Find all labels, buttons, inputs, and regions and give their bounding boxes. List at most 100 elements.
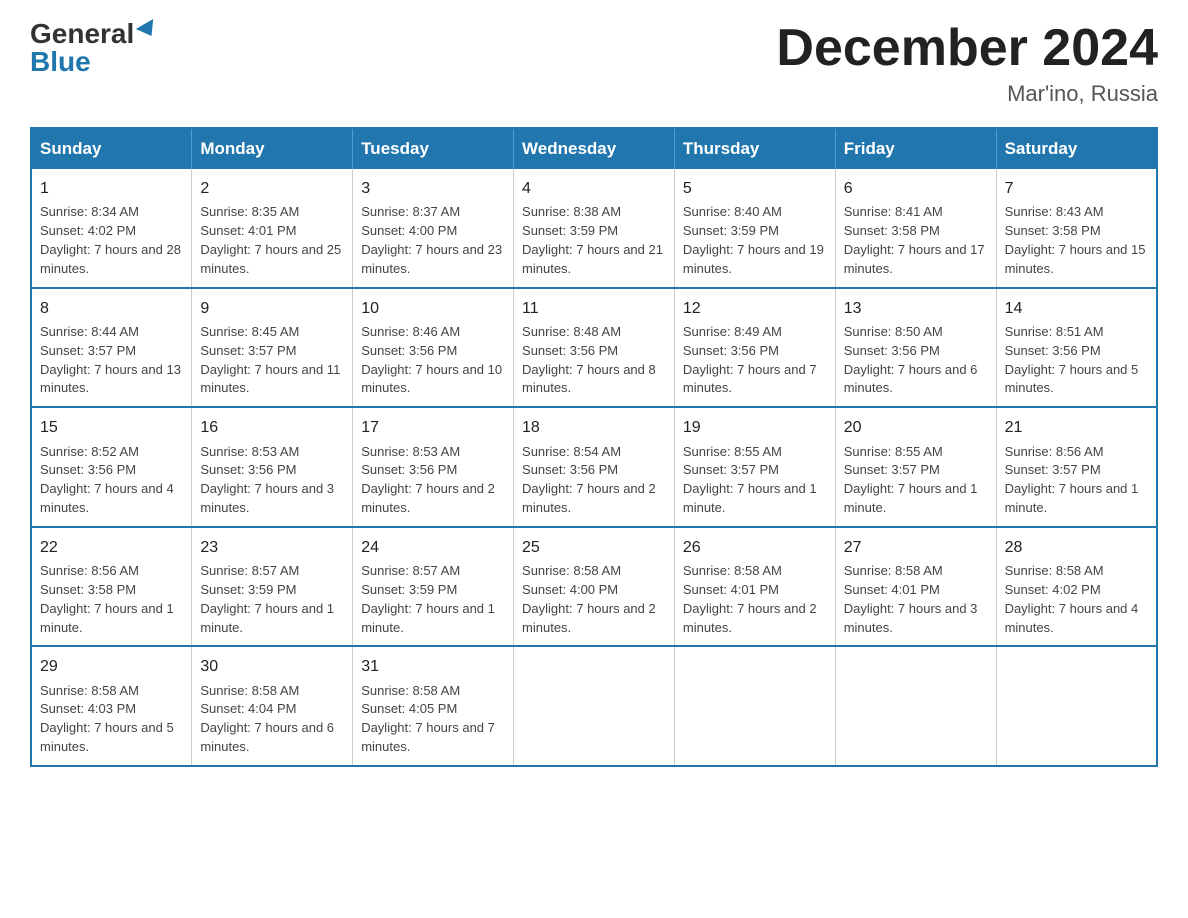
calendar-day-cell: 13Sunrise: 8:50 AMSunset: 3:56 PMDayligh…: [835, 288, 996, 408]
day-sunrise: Sunrise: 8:51 AM: [1005, 324, 1104, 339]
day-daylight: Daylight: 7 hours and 11 minutes.: [200, 362, 340, 396]
day-sunrise: Sunrise: 8:45 AM: [200, 324, 299, 339]
calendar-day-cell: 17Sunrise: 8:53 AMSunset: 3:56 PMDayligh…: [353, 407, 514, 527]
day-number: 6: [844, 177, 988, 200]
day-sunset: Sunset: 4:01 PM: [200, 223, 296, 238]
day-sunset: Sunset: 3:56 PM: [40, 462, 136, 477]
day-sunrise: Sunrise: 8:34 AM: [40, 204, 139, 219]
day-sunrise: Sunrise: 8:57 AM: [200, 563, 299, 578]
day-sunrise: Sunrise: 8:48 AM: [522, 324, 621, 339]
day-sunset: Sunset: 3:56 PM: [200, 462, 296, 477]
day-of-week-header-sunday: Sunday: [31, 128, 192, 169]
calendar-day-cell: 23Sunrise: 8:57 AMSunset: 3:59 PMDayligh…: [192, 527, 353, 647]
day-daylight: Daylight: 7 hours and 23 minutes.: [361, 242, 502, 276]
day-number: 1: [40, 177, 183, 200]
day-daylight: Daylight: 7 hours and 5 minutes.: [40, 720, 174, 754]
logo-general-text: General: [30, 20, 134, 48]
day-sunset: Sunset: 3:59 PM: [683, 223, 779, 238]
day-sunrise: Sunrise: 8:58 AM: [1005, 563, 1104, 578]
calendar-day-cell: 11Sunrise: 8:48 AMSunset: 3:56 PMDayligh…: [514, 288, 675, 408]
day-sunrise: Sunrise: 8:58 AM: [844, 563, 943, 578]
day-daylight: Daylight: 7 hours and 13 minutes.: [40, 362, 181, 396]
day-number: 7: [1005, 177, 1148, 200]
page-header: General Blue December 2024 Mar'ino, Russ…: [30, 20, 1158, 107]
day-sunset: Sunset: 3:57 PM: [844, 462, 940, 477]
day-sunset: Sunset: 3:56 PM: [361, 343, 457, 358]
calendar-week-row: 15Sunrise: 8:52 AMSunset: 3:56 PMDayligh…: [31, 407, 1157, 527]
day-daylight: Daylight: 7 hours and 1 minute.: [361, 601, 495, 635]
day-sunset: Sunset: 4:02 PM: [1005, 582, 1101, 597]
day-sunrise: Sunrise: 8:38 AM: [522, 204, 621, 219]
calendar-day-cell: 4Sunrise: 8:38 AMSunset: 3:59 PMDaylight…: [514, 169, 675, 288]
calendar-day-cell: 7 Sunrise: 8:43 AM Sunset: 3:58 PM Daylight…: [996, 169, 1157, 288]
day-daylight: Daylight: 7 hours and 15 minutes.: [1005, 242, 1146, 276]
calendar-day-cell: 14Sunrise: 8:51 AMSunset: 3:56 PMDayligh…: [996, 288, 1157, 408]
day-sunset: Sunset: 3:56 PM: [361, 462, 457, 477]
day-of-week-header-saturday: Saturday: [996, 128, 1157, 169]
day-daylight: Daylight: 7 hours and 2 minutes.: [522, 481, 656, 515]
day-number: 5: [683, 177, 827, 200]
day-sunrise: Sunrise: 8:35 AM: [200, 204, 299, 219]
calendar-empty-cell: [835, 646, 996, 766]
day-of-week-header-friday: Friday: [835, 128, 996, 169]
calendar-day-cell: 12Sunrise: 8:49 AMSunset: 3:56 PMDayligh…: [674, 288, 835, 408]
day-sunrise: Sunrise: 8:54 AM: [522, 444, 621, 459]
day-sunrise: Sunrise: 8:43 AM: [1005, 204, 1104, 219]
day-of-week-header-monday: Monday: [192, 128, 353, 169]
day-sunrise: Sunrise: 8:56 AM: [40, 563, 139, 578]
day-number: 14: [1005, 297, 1148, 320]
day-daylight: Daylight: 7 hours and 1 minute.: [683, 481, 817, 515]
calendar-day-cell: 8Sunrise: 8:44 AMSunset: 3:57 PMDaylight…: [31, 288, 192, 408]
day-sunset: Sunset: 3:56 PM: [522, 343, 618, 358]
day-daylight: Daylight: 7 hours and 1 minute.: [1005, 481, 1139, 515]
calendar-day-cell: 31Sunrise: 8:58 AMSunset: 4:05 PMDayligh…: [353, 646, 514, 766]
day-sunset: Sunset: 4:00 PM: [522, 582, 618, 597]
day-daylight: Daylight: 7 hours and 7 minutes.: [683, 362, 817, 396]
calendar-day-cell: 30Sunrise: 8:58 AMSunset: 4:04 PMDayligh…: [192, 646, 353, 766]
day-sunset: Sunset: 3:59 PM: [522, 223, 618, 238]
day-sunrise: Sunrise: 8:46 AM: [361, 324, 460, 339]
day-sunset: Sunset: 3:58 PM: [1005, 223, 1101, 238]
day-number: 3: [361, 177, 505, 200]
day-daylight: Daylight: 7 hours and 1 minute.: [40, 601, 174, 635]
day-number: 9: [200, 297, 344, 320]
day-number: 2: [200, 177, 344, 200]
day-daylight: Daylight: 7 hours and 1 minute.: [200, 601, 334, 635]
day-number: 11: [522, 297, 666, 320]
calendar-header-row: SundayMondayTuesdayWednesdayThursdayFrid…: [31, 128, 1157, 169]
day-sunrise: Sunrise: 8:56 AM: [1005, 444, 1104, 459]
calendar-day-cell: 10Sunrise: 8:46 AMSunset: 3:56 PMDayligh…: [353, 288, 514, 408]
calendar-empty-cell: [674, 646, 835, 766]
day-daylight: Daylight: 7 hours and 6 minutes.: [200, 720, 334, 754]
day-sunset: Sunset: 3:59 PM: [361, 582, 457, 597]
calendar-week-row: 29Sunrise: 8:58 AMSunset: 4:03 PMDayligh…: [31, 646, 1157, 766]
day-daylight: Daylight: 7 hours and 4 minutes.: [40, 481, 174, 515]
day-sunrise: Sunrise: 8:49 AM: [683, 324, 782, 339]
day-number: 15: [40, 416, 183, 439]
calendar-day-cell: 19Sunrise: 8:55 AMSunset: 3:57 PMDayligh…: [674, 407, 835, 527]
calendar-empty-cell: [514, 646, 675, 766]
calendar-table: SundayMondayTuesdayWednesdayThursdayFrid…: [30, 127, 1158, 767]
calendar-week-row: 8Sunrise: 8:44 AMSunset: 3:57 PMDaylight…: [31, 288, 1157, 408]
day-daylight: Daylight: 7 hours and 3 minutes.: [844, 601, 978, 635]
day-sunset: Sunset: 4:01 PM: [683, 582, 779, 597]
day-sunrise: Sunrise: 8:44 AM: [40, 324, 139, 339]
day-number: 8: [40, 297, 183, 320]
day-sunset: Sunset: 3:58 PM: [844, 223, 940, 238]
day-sunset: Sunset: 4:02 PM: [40, 223, 136, 238]
calendar-day-cell: 15Sunrise: 8:52 AMSunset: 3:56 PMDayligh…: [31, 407, 192, 527]
day-sunset: Sunset: 4:04 PM: [200, 701, 296, 716]
day-daylight: Daylight: 7 hours and 1 minute.: [844, 481, 978, 515]
day-sunrise: Sunrise: 8:50 AM: [844, 324, 943, 339]
calendar-day-cell: 22Sunrise: 8:56 AMSunset: 3:58 PMDayligh…: [31, 527, 192, 647]
calendar-day-cell: 24Sunrise: 8:57 AMSunset: 3:59 PMDayligh…: [353, 527, 514, 647]
day-sunrise: Sunrise: 8:58 AM: [683, 563, 782, 578]
day-number: 31: [361, 655, 505, 678]
day-number: 21: [1005, 416, 1148, 439]
day-sunset: Sunset: 4:03 PM: [40, 701, 136, 716]
day-sunset: Sunset: 4:01 PM: [844, 582, 940, 597]
calendar-day-cell: 1Sunrise: 8:34 AMSunset: 4:02 PMDaylight…: [31, 169, 192, 288]
day-number: 30: [200, 655, 344, 678]
day-daylight: Daylight: 7 hours and 7 minutes.: [361, 720, 495, 754]
day-number: 25: [522, 536, 666, 559]
